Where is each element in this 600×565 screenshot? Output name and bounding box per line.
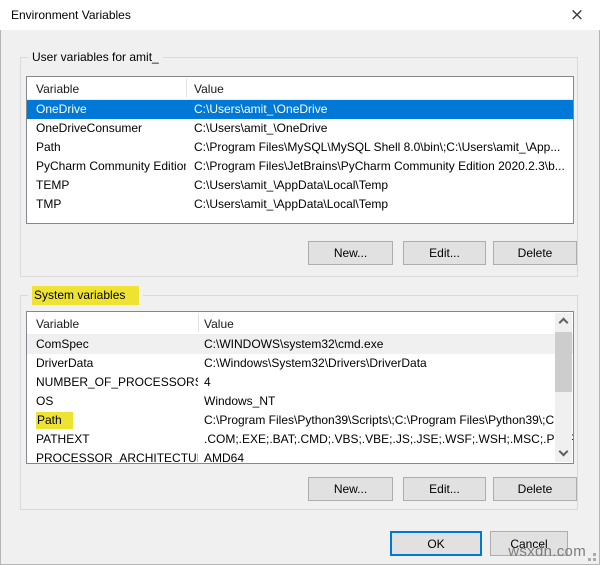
table-row[interactable]: PROCESSOR_ARCHITECTUREAMD64 xyxy=(27,449,573,464)
variable-name: TEMP xyxy=(36,178,69,192)
variable-name-cell: Path xyxy=(27,411,198,430)
variable-value-cell: .COM;.EXE;.BAT;.CMD;.VBS;.VBE;.JS;.JSE;.… xyxy=(198,430,573,449)
user-delete-button[interactable]: Delete xyxy=(493,241,577,265)
variable-name-cell: PROCESSOR_ARCHITECTURE xyxy=(27,449,198,464)
chevron-down-icon xyxy=(559,447,569,457)
table-row[interactable]: NUMBER_OF_PROCESSORS4 xyxy=(27,373,573,392)
system-new-button[interactable]: New... xyxy=(308,477,393,501)
table-row[interactable]: OS Windows_NT xyxy=(27,392,573,411)
variable-name-cell: OneDrive xyxy=(27,100,186,119)
table-row[interactable]: Path C:\Program Files\Python39\Scripts\;C… xyxy=(27,411,573,430)
table-row[interactable]: TEMP C:\Users\amit_\AppData\Local\Temp xyxy=(27,176,573,195)
variable-value-cell: 4 xyxy=(198,373,573,392)
variable-name-cell: Path xyxy=(27,138,186,157)
variable-name-cell: TMP xyxy=(27,195,186,214)
variable-name: OS xyxy=(36,394,53,408)
resize-grip-icon[interactable] xyxy=(593,558,596,561)
variable-value-cell: C:\Users\amit_\AppData\Local\Temp xyxy=(186,176,573,195)
column-header-value[interactable]: Value xyxy=(204,317,234,331)
variable-name: Path xyxy=(36,140,61,154)
table-header: Variable Value xyxy=(27,312,573,335)
system-edit-button[interactable]: Edit... xyxy=(403,477,486,501)
variable-name: PATHEXT xyxy=(36,432,90,446)
variable-name: PyCharm Community Edition xyxy=(36,159,186,173)
cancel-button[interactable]: Cancel xyxy=(490,531,568,556)
column-header-variable[interactable]: Variable xyxy=(36,82,79,96)
table-body: OneDriveC:\Users\amit_\OneDriveOneDriveC… xyxy=(27,100,573,214)
table-row[interactable]: TMP C:\Users\amit_\AppData\Local\Temp xyxy=(27,195,573,214)
table-row[interactable]: ComSpec C:\WINDOWS\system32\cmd.exe xyxy=(27,335,573,354)
system-variables-group-label: System variables xyxy=(28,287,143,303)
table-body: ComSpecC:\WINDOWS\system32\cmd.exeDriver… xyxy=(27,335,573,464)
scroll-down-button[interactable] xyxy=(555,445,572,462)
user-variables-table: Variable Value OneDrive C:\Users\amit_\On… xyxy=(26,76,574,224)
table-row[interactable]: OneDrive C:\Users\amit_\OneDrive xyxy=(27,100,573,119)
variable-value-cell: C:\Users\amit_\OneDrive xyxy=(186,119,573,138)
variable-name-cell: NUMBER_OF_PROCESSORS xyxy=(27,373,198,392)
chevron-up-icon xyxy=(559,318,569,328)
variable-name: OneDriveConsumer xyxy=(36,121,142,135)
close-button[interactable]: × xyxy=(555,1,599,29)
vertical-scrollbar[interactable] xyxy=(555,313,572,462)
variable-name-cell: TEMP xyxy=(27,176,186,195)
close-icon: × xyxy=(555,1,599,29)
variable-value-cell: C:\Users\amit_\AppData\Local\Temp xyxy=(186,195,573,214)
table-row[interactable]: PyCharm Community EditionC:\Program File… xyxy=(27,157,573,176)
variable-value-cell: C:\Windows\System32\Drivers\DriverData xyxy=(198,354,573,373)
scroll-up-button[interactable] xyxy=(555,313,572,330)
variable-value-cell: C:\Program Files\Python39\Scripts\;C:\Pr… xyxy=(198,411,573,430)
variable-value-cell: C:\Users\amit_\OneDrive xyxy=(186,100,573,119)
variable-name-cell: PyCharm Community Edition xyxy=(27,157,186,176)
variable-value-cell: C:\Program Files\JetBrains\PyCharm Commu… xyxy=(186,157,573,176)
variable-value-cell: C:\WINDOWS\system32\cmd.exe xyxy=(198,335,573,354)
table-row[interactable]: PATHEXT .COM;.EXE;.BAT;.CMD;.VBS;.VBE;.JS… xyxy=(27,430,573,449)
column-divider[interactable] xyxy=(186,79,187,97)
variable-name-cell: DriverData xyxy=(27,354,198,373)
yellow-highlight: System variables xyxy=(32,286,139,305)
variable-name-highlighted: Path xyxy=(36,412,73,429)
ok-button[interactable]: OK xyxy=(390,531,482,556)
variable-name-cell: PATHEXT xyxy=(27,430,198,449)
system-variables-table: Variable Value ComSpec C:\WINDOWS\system3… xyxy=(26,311,574,464)
user-edit-button[interactable]: Edit... xyxy=(403,241,486,265)
variable-name-cell: OneDriveConsumer xyxy=(27,119,186,138)
table-row[interactable]: Path C:\Program Files\MySQL\MySQL Shell 8… xyxy=(27,138,573,157)
title-bar: Environment Variables × xyxy=(0,0,600,30)
variable-value-cell: Windows_NT xyxy=(198,392,573,411)
column-header-value[interactable]: Value xyxy=(194,82,224,96)
table-row[interactable]: OneDriveConsumer C:\Users\amit_\OneDrive xyxy=(27,119,573,138)
variable-name: DriverData xyxy=(36,356,93,370)
variable-name: TMP xyxy=(36,197,61,211)
variable-name-cell: OS xyxy=(27,392,198,411)
column-divider[interactable] xyxy=(198,314,199,332)
variable-value-cell: AMD64 xyxy=(198,449,573,464)
user-new-button[interactable]: New... xyxy=(308,241,393,265)
user-variables-group-label: User variables for amit_ xyxy=(28,49,163,65)
scrollbar-thumb[interactable] xyxy=(555,332,572,392)
variable-name: PROCESSOR_ARCHITECTURE xyxy=(36,451,198,464)
variable-name: NUMBER_OF_PROCESSORS xyxy=(36,375,198,389)
system-delete-button[interactable]: Delete xyxy=(493,477,577,501)
table-header: Variable Value xyxy=(27,77,573,100)
window-title: Environment Variables xyxy=(11,8,131,22)
variable-name-cell: ComSpec xyxy=(27,335,198,354)
column-header-variable[interactable]: Variable xyxy=(36,317,79,331)
table-row[interactable]: DriverData C:\Windows\System32\Drivers\Dr… xyxy=(27,354,573,373)
variable-name: ComSpec xyxy=(36,337,89,351)
environment-variables-dialog: Environment Variables × User variables f… xyxy=(0,0,600,565)
variable-name: OneDrive xyxy=(36,102,87,116)
variable-value-cell: C:\Program Files\MySQL\MySQL Shell 8.0\b… xyxy=(186,138,573,157)
